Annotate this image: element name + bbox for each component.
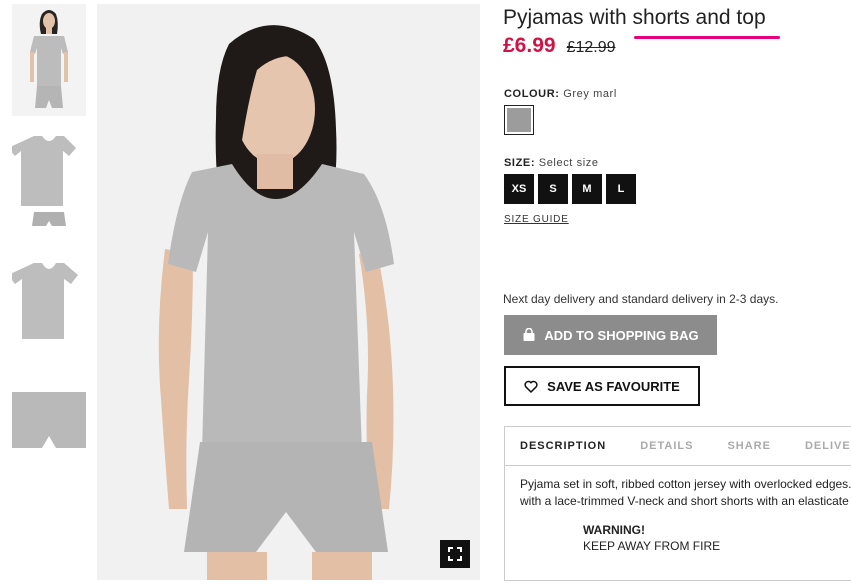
save-favourite-button[interactable]: SAVE AS FAVOURITE: [504, 366, 700, 406]
size-button-m[interactable]: M: [572, 174, 602, 204]
sale-price: £6.99: [503, 34, 556, 57]
swatch-fill: [507, 108, 531, 132]
thumbnail-top-flat-image: [12, 257, 86, 345]
colour-label-row: COLOUR: Grey marl: [504, 88, 617, 100]
colour-swatch-grey-marl[interactable]: [504, 105, 534, 135]
thumbnail-top-flat[interactable]: [12, 257, 86, 345]
colour-label: COLOUR:: [504, 88, 560, 100]
tab-share[interactable]: SHARE: [727, 440, 771, 452]
fullscreen-icon: [448, 547, 462, 561]
save-favourite-label: SAVE AS FAVOURITE: [547, 378, 680, 394]
warning-title: WARNING!: [583, 523, 645, 537]
thumbnail-model-front[interactable]: [12, 4, 86, 116]
description-line-1: Pyjama set in soft, ribbed cotton jersey…: [520, 477, 851, 491]
price-row: £6.99 £12.99: [503, 34, 616, 58]
colour-value: Grey marl: [563, 88, 617, 100]
shopping-bag-icon: [523, 328, 535, 341]
add-to-bag-button[interactable]: ADD TO SHOPPING BAG: [504, 315, 717, 355]
thumbnail-set-flat-image: [12, 130, 86, 230]
title-accent-underline: [634, 36, 780, 39]
original-price: £12.99: [566, 39, 616, 56]
warning-text: KEEP AWAY FROM FIRE: [583, 539, 721, 553]
tab-delivery[interactable]: DELIVERY: [805, 440, 851, 452]
main-product-image[interactable]: [97, 4, 480, 580]
add-to-bag-label: ADD TO SHOPPING BAG: [544, 327, 699, 343]
size-value: Select size: [538, 157, 599, 169]
size-label: SIZE:: [504, 157, 536, 169]
model-photo: [97, 4, 480, 580]
size-button-l[interactable]: L: [606, 174, 636, 204]
description-line-2: with a lace-trimmed V-neck and short sho…: [520, 494, 849, 508]
description-text: Pyjama set in soft, ribbed cotton jersey…: [505, 466, 851, 554]
thumbnail-shorts-flat-image: [12, 392, 86, 452]
size-options: XS S M L: [504, 174, 636, 204]
size-button-xs[interactable]: XS: [504, 174, 534, 204]
tab-description[interactable]: DESCRIPTION: [520, 440, 606, 452]
product-info-panel: DESCRIPTION DETAILS SHARE DELIVERY Pyjam…: [504, 426, 851, 581]
thumbnail-shorts-flat[interactable]: [12, 392, 86, 452]
tab-details[interactable]: DETAILS: [640, 440, 693, 452]
product-title: Pyjamas with shorts and top: [503, 6, 766, 29]
info-tabs: DESCRIPTION DETAILS SHARE DELIVERY: [505, 427, 851, 466]
size-label-row: SIZE: Select size: [504, 157, 599, 169]
warning-block: WARNING! KEEP AWAY FROM FIRE: [583, 522, 851, 554]
heart-icon: [524, 380, 538, 393]
delivery-info: Next day delivery and standard delivery …: [503, 292, 779, 306]
size-guide-link[interactable]: SIZE GUIDE: [504, 214, 569, 225]
fullscreen-button[interactable]: [440, 540, 470, 568]
thumbnail-model-front-image: [12, 4, 86, 116]
thumbnail-set-flat[interactable]: [12, 130, 86, 230]
size-button-s[interactable]: S: [538, 174, 568, 204]
